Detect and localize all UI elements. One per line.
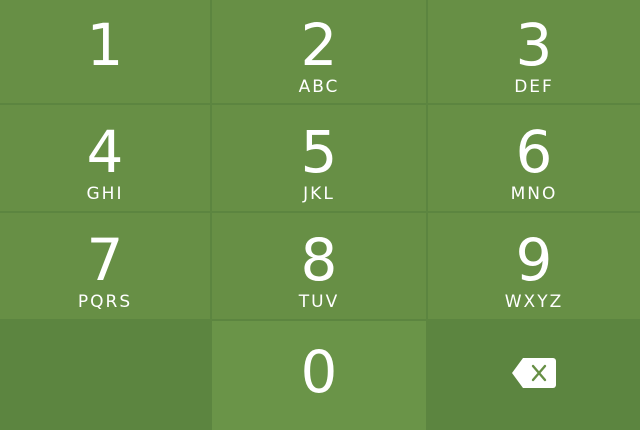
key-letters: WXYZ [504,292,564,312]
key-0[interactable]: 0 [212,321,428,430]
key-digit: 5 [300,118,338,186]
key-8[interactable]: 8 TUV [212,213,428,321]
key-4[interactable]: 4 GHI [0,105,212,213]
key-7[interactable]: 7 PQRS [0,213,212,321]
key-digit: 2 [300,11,338,79]
key-digit: 3 [515,11,553,79]
key-letters: TUV [298,292,340,312]
key-letters: MNO [510,184,558,204]
key-1[interactable]: 1 [0,0,212,105]
key-3[interactable]: 3 DEF [428,0,640,105]
key-digit: 8 [300,226,338,294]
key-digit: 6 [515,118,553,186]
backspace-button[interactable] [428,321,640,430]
empty-key [0,321,212,430]
key-digit: 9 [515,226,553,294]
key-letters: PQRS [77,292,133,312]
key-2[interactable]: 2 ABC [212,0,428,105]
key-letters: DEF [514,77,554,97]
key-9[interactable]: 9 WXYZ [428,213,640,321]
key-letters: JKL [303,184,335,204]
key-5[interactable]: 5 JKL [212,105,428,213]
key-digit: 0 [300,337,338,406]
key-6[interactable]: 6 MNO [428,105,640,213]
key-digit: 7 [86,226,124,294]
dial-keypad: 1 2 ABC 3 DEF 4 GHI 5 JKL 6 MNO 7 PQRS 8… [0,0,640,430]
key-digit: 1 [86,11,124,79]
backspace-icon [512,357,556,388]
key-digit: 4 [86,118,124,186]
key-letters: GHI [86,184,124,204]
key-letters: ABC [298,77,340,97]
